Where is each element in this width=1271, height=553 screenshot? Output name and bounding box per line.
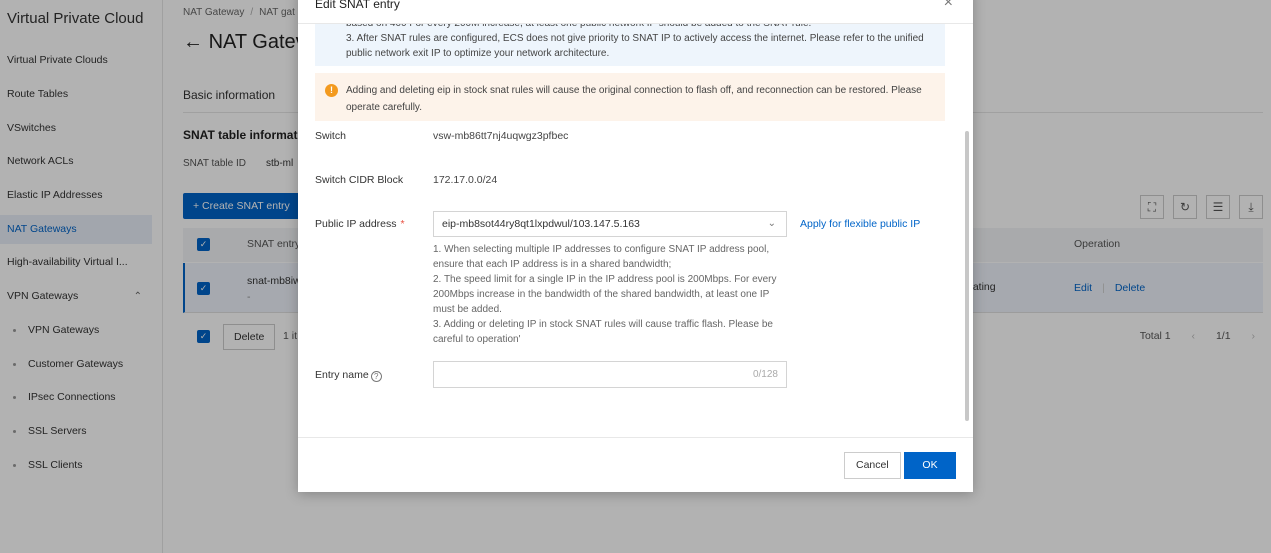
tip-line: 3. Adding or deleting IP in stock SNAT r…: [433, 319, 773, 330]
entry-name-input[interactable]: [434, 362, 734, 387]
tip-line: ensure that each IP address is in a shar…: [433, 259, 672, 270]
ok-button[interactable]: OK: [904, 452, 956, 479]
warning-line: operate carefully.: [346, 102, 422, 113]
char-counter: 0/128: [752, 369, 778, 380]
tip-line: must be added.: [433, 304, 502, 315]
switch-label: Switch: [315, 130, 346, 142]
close-icon[interactable]: ×: [944, 0, 953, 12]
cidr-label: Switch CIDR Block: [315, 174, 404, 186]
entry-name-label: Entry name?: [315, 369, 382, 382]
dialog-header: Edit SNAT entry ×: [298, 0, 973, 24]
info-line: public network exit IP to optimize your …: [346, 48, 610, 59]
cancel-button[interactable]: Cancel: [844, 452, 901, 479]
edit-snat-dialog: based on 400 For every 200M increase, at…: [298, 0, 973, 492]
chevron-down-icon: ⌄: [767, 218, 776, 229]
switch-value: vsw-mb86tt7nj4uqwgz3pfbec: [433, 130, 569, 142]
apply-public-ip-link[interactable]: Apply for flexible public IP: [800, 218, 920, 230]
tip-line: 1. When selecting multiple IP addresses …: [433, 244, 770, 255]
warning-line: Adding and deleting eip in stock snat ru…: [346, 85, 922, 96]
info-line: 3. After SNAT rules are configured, ECS …: [346, 33, 924, 44]
tip-line: careful to operation': [433, 334, 521, 345]
dialog-title: Edit SNAT entry: [315, 0, 400, 11]
warning-icon: !: [325, 84, 338, 97]
dialog-scrollbar[interactable]: [965, 131, 969, 421]
dialog-body: based on 400 For every 200M increase, at…: [298, 0, 973, 437]
dialog-footer: Cancel OK: [298, 437, 973, 492]
public-ip-label: Public IP address *: [315, 218, 405, 230]
entry-name-field[interactable]: 0/128: [433, 361, 787, 388]
public-ip-select[interactable]: eip-mb8sot44ry8qt1lxpdwul/103.147.5.163 …: [433, 211, 787, 237]
public-ip-tips: 1. When selecting multiple IP addresses …: [433, 242, 793, 347]
public-ip-selected-value: eip-mb8sot44ry8qt1lxpdwul/103.147.5.163: [442, 218, 640, 230]
cidr-value: 172.17.0.0/24: [433, 174, 498, 186]
tip-line: 200Mbps increase in the bandwidth of the…: [433, 289, 770, 300]
tip-line: 2. The speed limit for a single IP in th…: [433, 274, 777, 285]
warning-notice: ! Adding and deleting eip in stock snat …: [315, 73, 945, 121]
help-icon[interactable]: ?: [370, 371, 382, 382]
required-marker: *: [400, 218, 405, 230]
